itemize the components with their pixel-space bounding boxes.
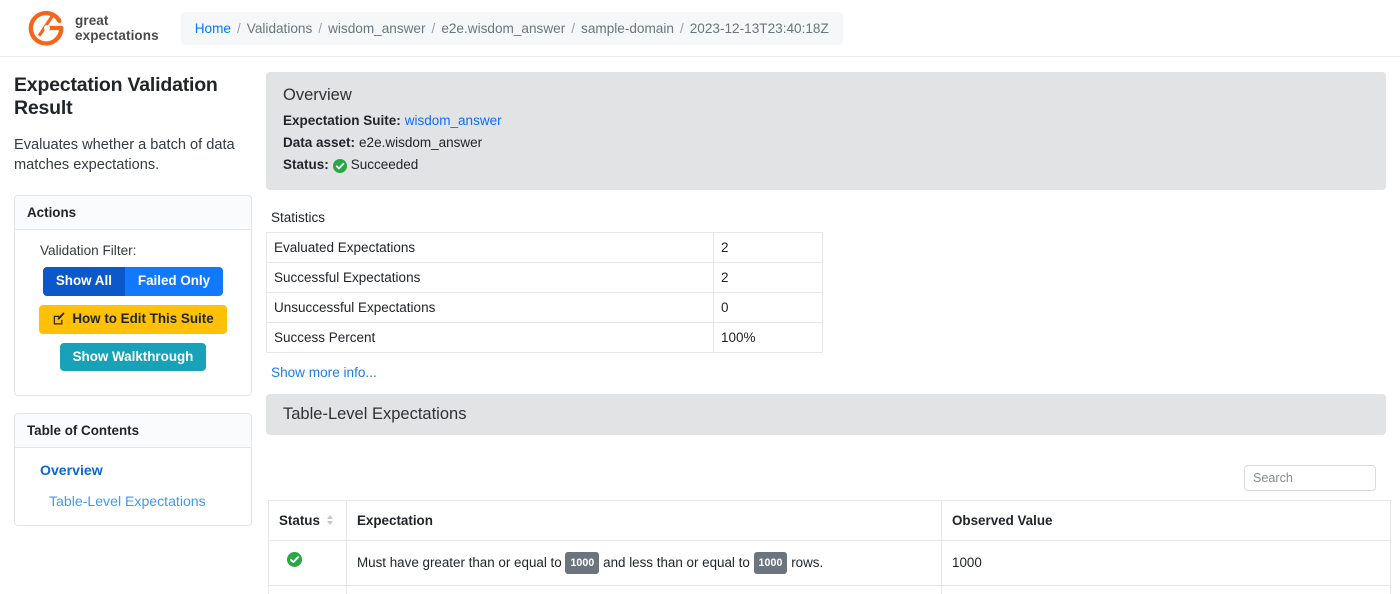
- row-observed-value-cell: ['answer_id', 'question_id', 'product_id…: [941, 585, 1391, 594]
- edit-suite-row: How to Edit This Suite: [27, 304, 239, 334]
- breadcrumb-item-timestamp[interactable]: 2023-12-13T23:40:18Z: [690, 21, 829, 36]
- stat-label-success-percent: Success Percent: [266, 321, 714, 353]
- stat-label-unsuccessful: Unsuccessful Expectations: [266, 291, 714, 323]
- breadcrumb-separator: /: [571, 20, 576, 36]
- search-row: [266, 464, 1376, 491]
- toc-item-table-level-expectations[interactable]: Table-Level Expectations: [27, 490, 239, 512]
- actions-card-header: Actions: [15, 196, 251, 231]
- column-badge: 1000: [565, 552, 600, 575]
- show-all-button[interactable]: Show All: [42, 267, 125, 296]
- table-row: Must have at least these columns (in any…: [268, 585, 1391, 594]
- table-level-expectations-header: Table-Level Expectations: [266, 393, 1386, 435]
- breadcrumb-item-suite[interactable]: wisdom_answer: [328, 21, 425, 36]
- page-title: Expectation Validation Result: [14, 74, 218, 119]
- validation-filter-group: Show All Failed Only: [42, 267, 224, 296]
- overview-title: Overview: [283, 86, 352, 104]
- row-expectation-cell: Must have greater than or equal to 1000 …: [346, 539, 942, 587]
- column-badge: 1000: [753, 552, 788, 575]
- overview-status-value: Succeeded: [350, 156, 419, 172]
- actions-card-body: Validation Filter: Show All Failed Only: [15, 230, 251, 395]
- breadcrumb: Home / Validations / wisdom_answer / e2e…: [180, 11, 843, 45]
- column-header-observed-value[interactable]: Observed Value: [941, 499, 1391, 541]
- overview-suite-link[interactable]: wisdom_answer: [405, 110, 502, 132]
- sidebar: Expectation Validation Result Evaluates …: [14, 72, 252, 543]
- brand-text: great expectations: [75, 13, 159, 43]
- overview-suite-row: Expectation Suite: wisdom_answer: [283, 110, 1369, 132]
- overview-suite-label: Expectation Suite:: [283, 113, 401, 128]
- actions-card: Actions Validation Filter: Show All Fail…: [14, 195, 252, 397]
- how-to-edit-suite-label: How to Edit This Suite: [72, 310, 214, 326]
- table-row: Success Percent 100%: [266, 321, 823, 353]
- stat-value-evaluated: 2: [713, 231, 823, 263]
- show-walkthrough-button[interactable]: Show Walkthrough: [59, 342, 207, 372]
- stat-value-success-percent: 100%: [713, 321, 823, 353]
- page-body: Expectation Validation Result Evaluates …: [0, 57, 1400, 594]
- validation-filter-row: Show All Failed Only: [27, 267, 239, 296]
- expectations-table: Status Expectation Observed Value Must h…: [268, 499, 1391, 594]
- breadcrumb-item-validations[interactable]: Validations: [247, 21, 313, 36]
- stat-value-successful: 2: [713, 261, 823, 293]
- table-of-contents-card: Table of Contents Overview Table-Level E…: [14, 413, 252, 527]
- main-content: Overview Expectation Suite: wisdom_answe…: [266, 72, 1391, 594]
- breadcrumb-separator: /: [679, 20, 684, 36]
- brand-logo[interactable]: great expectations: [28, 9, 159, 47]
- overview-panel: Overview Expectation Suite: wisdom_answe…: [266, 72, 1386, 190]
- brand-line-2: expectations: [75, 28, 159, 43]
- search-input[interactable]: [1244, 464, 1376, 491]
- how-to-edit-suite-button[interactable]: How to Edit This Suite: [39, 304, 227, 334]
- overview-asset-value: e2e.wisdom_answer: [359, 134, 483, 150]
- row-status-cell: [268, 539, 347, 587]
- statistics-title: Statistics: [271, 209, 326, 225]
- column-header-status-label: Status: [279, 512, 320, 528]
- check-circle-icon: [287, 552, 302, 568]
- toc-header: Table of Contents: [15, 414, 251, 449]
- overview-asset-label: Data asset:: [283, 134, 356, 150]
- failed-only-button[interactable]: Failed Only: [124, 267, 224, 296]
- table-header-row: Status Expectation Observed Value: [268, 499, 1391, 541]
- sort-arrows-icon[interactable]: [326, 515, 333, 526]
- stat-label-evaluated: Evaluated Expectations: [266, 231, 714, 263]
- brand-line-1: great: [75, 12, 109, 28]
- column-header-expectation[interactable]: Expectation: [346, 499, 942, 541]
- check-circle-icon: [332, 158, 347, 173]
- table-row: Unsuccessful Expectations 0: [266, 291, 823, 323]
- breadcrumb-item-domain[interactable]: sample-domain: [581, 21, 674, 36]
- overview-status-label: Status:: [283, 156, 329, 172]
- toc-item-overview[interactable]: Overview: [27, 459, 239, 481]
- breadcrumb-separator: /: [318, 20, 323, 36]
- overview-asset-row: Data asset: e2e.wisdom_answer: [283, 132, 1369, 154]
- overview-status-row: Status: Succeeded: [283, 154, 1369, 176]
- walkthrough-row: Show Walkthrough: [27, 342, 239, 372]
- top-navbar: great expectations Home / Validations / …: [0, 0, 1400, 57]
- pencil-square-icon: [52, 312, 66, 326]
- statistics-table: Evaluated Expectations 2 Successful Expe…: [266, 231, 823, 353]
- toc-body: Overview Table-Level Expectations: [15, 448, 251, 525]
- row-expectation-cell: Must have at least these columns (in any…: [346, 585, 942, 594]
- stat-label-successful: Successful Expectations: [266, 261, 714, 293]
- breadcrumb-item-asset[interactable]: e2e.wisdom_answer: [441, 21, 565, 36]
- row-status-cell: [268, 585, 347, 594]
- breadcrumb-separator: /: [237, 20, 241, 36]
- breadcrumb-link-home[interactable]: Home: [195, 21, 231, 36]
- table-row: Successful Expectations 2: [266, 261, 823, 293]
- table-row: Must have greater than or equal to 1000 …: [268, 539, 1391, 587]
- great-expectations-logo-icon: [28, 9, 66, 47]
- column-header-status[interactable]: Status: [268, 499, 347, 541]
- table-row: Evaluated Expectations 2: [266, 231, 823, 263]
- stat-value-unsuccessful: 0: [713, 291, 823, 323]
- breadcrumb-separator: /: [431, 20, 436, 36]
- show-more-info-link[interactable]: Show more info...: [271, 365, 377, 380]
- validation-filter-label: Validation Filter:: [40, 243, 137, 259]
- page-subtitle: Evaluates whether a batch of data matche…: [14, 136, 235, 174]
- row-observed-value-cell: 1000: [941, 539, 1391, 587]
